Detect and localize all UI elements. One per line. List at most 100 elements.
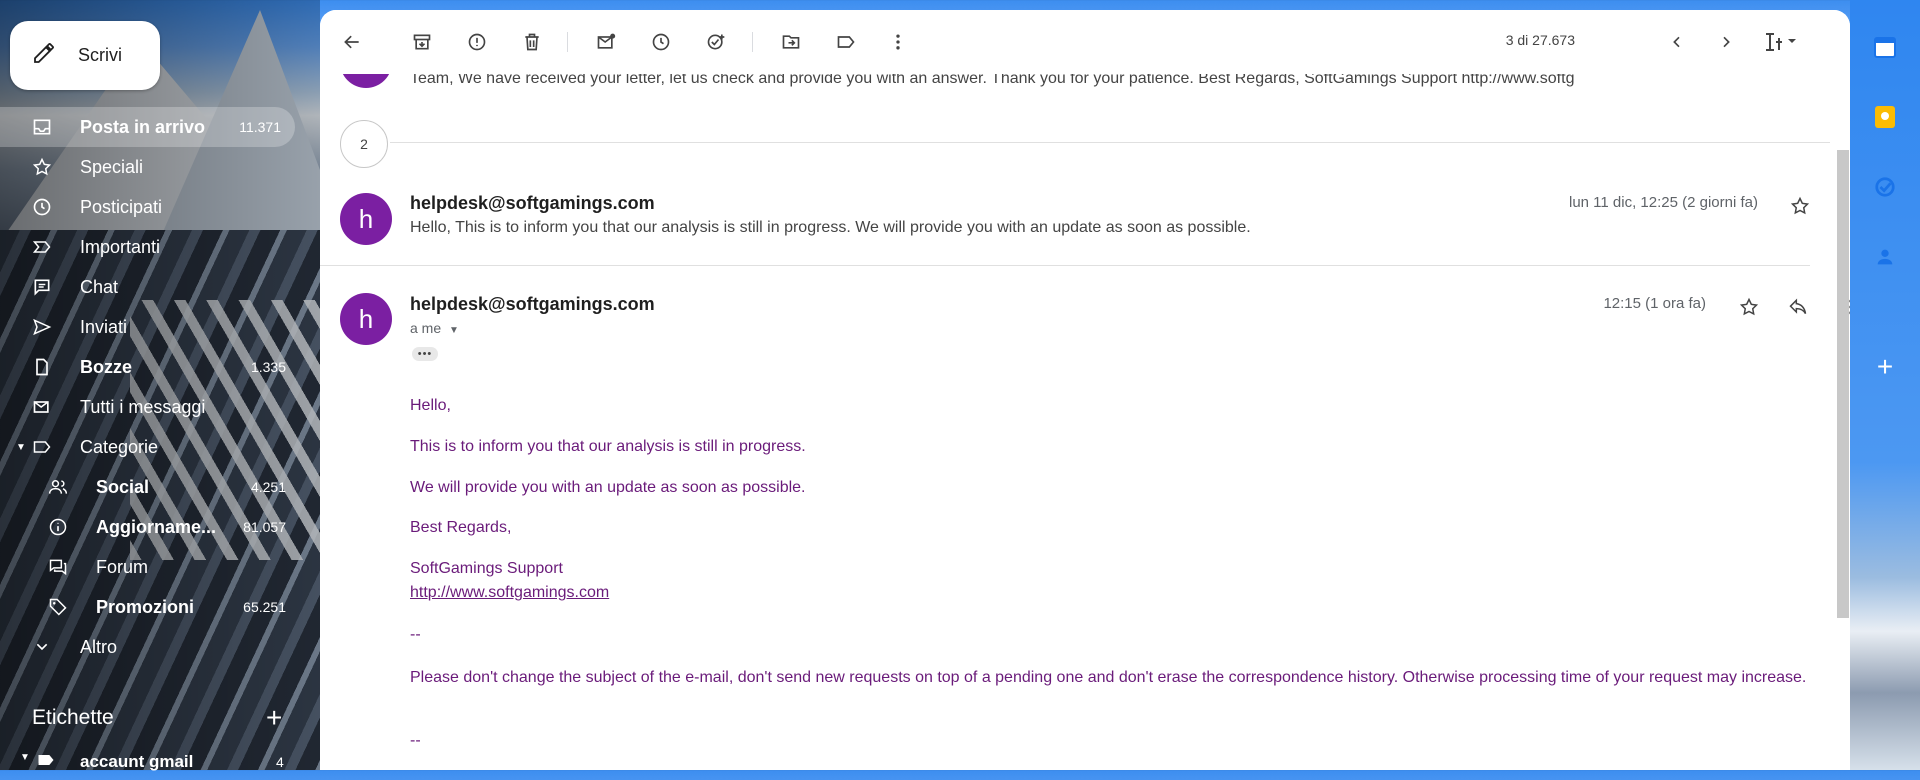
- toolbar: 3 di 27.673: [320, 10, 1850, 74]
- sender-name[interactable]: helpdesk@softgamings.com: [410, 294, 655, 315]
- recipient-text: a me: [410, 320, 442, 336]
- labels-heading: Etichette: [32, 706, 114, 729]
- add-label-button[interactable]: +: [266, 702, 282, 734]
- report-spam-icon[interactable]: [465, 30, 489, 54]
- add-task-icon[interactable]: [704, 30, 728, 54]
- unread-count: 1.335: [250, 359, 286, 375]
- pagination-count: 3 di 27.673: [1505, 32, 1575, 48]
- delete-icon[interactable]: [520, 30, 544, 54]
- chevron-right-icon[interactable]: [1714, 30, 1738, 54]
- mark-unread-icon[interactable]: [594, 30, 618, 54]
- caret-down-icon[interactable]: ▼: [16, 442, 26, 453]
- toolbar-divider: [752, 32, 753, 52]
- caret-down-icon[interactable]: ▼: [449, 325, 459, 336]
- chevron-left-icon[interactable]: [1665, 30, 1689, 54]
- move-to-icon[interactable]: [779, 30, 803, 54]
- sidebar-item-snoozed[interactable]: Posticipati: [0, 187, 300, 227]
- keep-icon[interactable]: [1872, 104, 1898, 130]
- more-vert-icon[interactable]: [886, 30, 910, 54]
- body-separator: --: [410, 732, 421, 749]
- draft-icon: [30, 355, 54, 379]
- scrollbar-thumb[interactable]: [1837, 150, 1849, 618]
- sidebar-item-label: Chat: [80, 276, 119, 297]
- sidebar-item-label: Social: [96, 476, 150, 497]
- sidebar-item-drafts[interactable]: Bozze 1.335: [0, 347, 300, 387]
- input-tools-icon[interactable]: [1760, 30, 1800, 54]
- sender-avatar[interactable]: h: [340, 193, 392, 245]
- recipient-line[interactable]: a me ▼: [410, 320, 459, 336]
- sidebar-item-label: Bozze: [80, 356, 133, 377]
- sidebar-item-all-mail[interactable]: Tutti i messaggi: [0, 387, 300, 427]
- label-icon: [36, 750, 56, 775]
- body-paragraph: Hello,: [410, 397, 451, 414]
- sidebar-item-updates[interactable]: Aggiorname... 81.057: [0, 507, 300, 547]
- star-icon[interactable]: [1737, 295, 1761, 319]
- message-date: 12:15 (1 ora fa): [1603, 295, 1706, 312]
- tasks-icon[interactable]: [1872, 174, 1898, 200]
- sidebar-item-inbox[interactable]: Posta in arrivo 11.371: [0, 107, 295, 147]
- body-paragraph: SoftGamings Support: [410, 560, 563, 577]
- caret-down-icon[interactable]: ▼: [20, 752, 30, 763]
- contacts-icon[interactable]: [1872, 244, 1898, 270]
- pencil-icon: [32, 41, 56, 70]
- divider: [390, 142, 1830, 143]
- compose-button[interactable]: Scrivi: [10, 21, 160, 90]
- compose-label: Scrivi: [78, 45, 122, 65]
- sidebar-item-label: Aggiorname...: [96, 516, 217, 537]
- sidebar-item-starred[interactable]: Speciali: [0, 147, 300, 187]
- all-mail-icon: [30, 395, 54, 419]
- sidebar-item-more[interactable]: Altro: [0, 627, 300, 667]
- sidebar: Posta in arrivo 11.371 Speciali Posticip…: [0, 107, 300, 667]
- sidebar-item-label: Posticipati: [80, 196, 163, 217]
- sidebar-item-label: Tutti i messaggi: [80, 396, 206, 417]
- sender-avatar[interactable]: h: [340, 293, 392, 345]
- divider: [320, 265, 1810, 266]
- add-addon-icon[interactable]: +: [1872, 351, 1898, 382]
- unread-count: 81.057: [243, 519, 286, 535]
- star-icon: [30, 155, 54, 179]
- archive-icon[interactable]: [410, 30, 434, 54]
- tag-icon: [46, 595, 70, 619]
- sidebar-item-chat[interactable]: Chat: [0, 267, 300, 307]
- sidebar-item-social[interactable]: Social 4.251: [0, 467, 300, 507]
- sidebar-item-label: Speciali: [80, 156, 144, 177]
- sidebar-item-sent[interactable]: Inviati: [0, 307, 300, 347]
- toolbar-divider: [567, 32, 568, 52]
- sidebar-item-label: Promozioni: [96, 596, 194, 617]
- body-separator: --: [410, 626, 421, 643]
- snooze-icon[interactable]: [649, 30, 673, 54]
- sidebar-item-label: Forum: [96, 556, 149, 577]
- sidebar-item-forums[interactable]: Forum: [0, 547, 300, 587]
- sender-name[interactable]: helpdesk@softgamings.com: [410, 193, 655, 214]
- forum-icon: [46, 555, 70, 579]
- important-icon: [30, 235, 54, 259]
- back-arrow-icon[interactable]: [340, 30, 364, 54]
- sidebar-item-label: Altro: [80, 636, 118, 657]
- body-paragraph: This is to inform you that our analysis …: [410, 438, 806, 455]
- body-paragraph: Please don't change the subject of the e…: [410, 669, 1807, 686]
- message-snippet[interactable]: Hello, This is to inform you that our an…: [410, 219, 1251, 237]
- show-trimmed-content-button[interactable]: •••: [412, 347, 438, 361]
- sidebar-item-important[interactable]: Importanti: [0, 227, 300, 267]
- people-icon: [46, 475, 70, 499]
- send-icon: [30, 315, 54, 339]
- collapsed-messages-count[interactable]: 2: [340, 120, 388, 168]
- inbox-icon: [30, 115, 54, 139]
- label-icon[interactable]: [834, 30, 858, 54]
- reply-icon[interactable]: [1786, 295, 1810, 319]
- sidebar-item-label: Posta in arrivo: [80, 116, 206, 137]
- sidebar-item-categories[interactable]: ▼ Categorie: [0, 427, 300, 467]
- website-link[interactable]: http://www.softgamings.com: [410, 584, 609, 602]
- star-icon[interactable]: [1788, 194, 1812, 218]
- unread-count: 11.371: [239, 119, 281, 135]
- sidebar-item-label: Importanti: [80, 236, 161, 257]
- chevron-down-icon: [30, 635, 54, 659]
- sidebar-label-item[interactable]: ▼ accaunt gmail 4: [0, 750, 300, 780]
- label-icon: [30, 435, 54, 459]
- chat-icon: [30, 275, 54, 299]
- unread-count: 4: [276, 754, 284, 770]
- sidebar-item-promotions[interactable]: Promozioni 65.251: [0, 587, 300, 627]
- message-date: lun 11 dic, 12:25 (2 giorni fa): [1568, 194, 1758, 211]
- unread-count: 4.251: [250, 479, 286, 495]
- calendar-icon[interactable]: [1872, 34, 1898, 60]
